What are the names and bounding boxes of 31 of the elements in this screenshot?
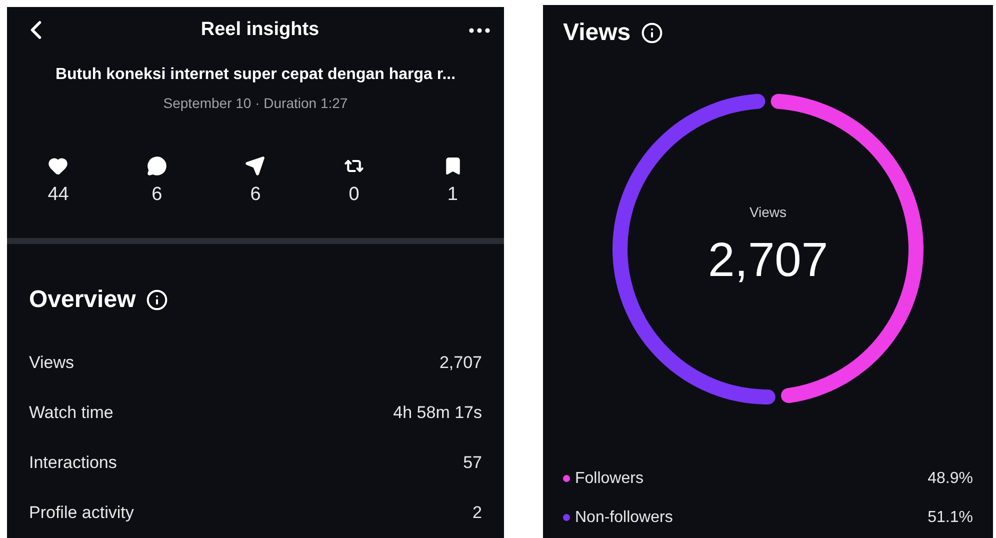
metric-label: Interactions — [29, 452, 117, 474]
legend-label: Non-followers — [575, 508, 673, 528]
metric-value: 2 — [472, 502, 482, 524]
metric-label: Profile activity — [29, 502, 134, 524]
paper-plane-icon — [245, 156, 266, 176]
metric-value: 4h 58m 17s — [393, 402, 482, 424]
metric-value: 57 — [463, 452, 482, 474]
stat-count: 1 — [447, 183, 458, 208]
heart-icon — [48, 156, 68, 176]
reel-title: Butuh koneksi internet super cepat dengan harga r... — [55, 65, 456, 86]
legend-value: 51.1% — [928, 508, 973, 528]
info-icon[interactable] — [146, 289, 168, 311]
page-title: Reel insights — [200, 18, 320, 42]
legend-label: Followers — [575, 468, 644, 488]
metric-label: Views — [29, 352, 74, 374]
more-button[interactable] — [469, 28, 490, 33]
stat-count: 44 — [48, 183, 69, 208]
reel-date-duration: September 10 · Duration 1:27 — [163, 94, 348, 114]
legend-value: 48.9% — [928, 468, 973, 488]
stat-count: 6 — [250, 183, 261, 208]
metric-label: Watch time — [29, 402, 114, 424]
chart-center-value: 2,707 — [708, 232, 828, 288]
section-heading: Overview — [29, 285, 136, 315]
info-icon[interactable] — [640, 22, 663, 44]
more-icon — [469, 28, 490, 33]
comment-icon — [146, 156, 167, 176]
metric-value: 2,707 — [439, 352, 482, 374]
stat-count: 0 — [348, 183, 360, 208]
stat-count: 6 — [152, 183, 162, 208]
chart-center-label: Views — [749, 202, 787, 222]
section-heading: Views — [563, 18, 631, 48]
